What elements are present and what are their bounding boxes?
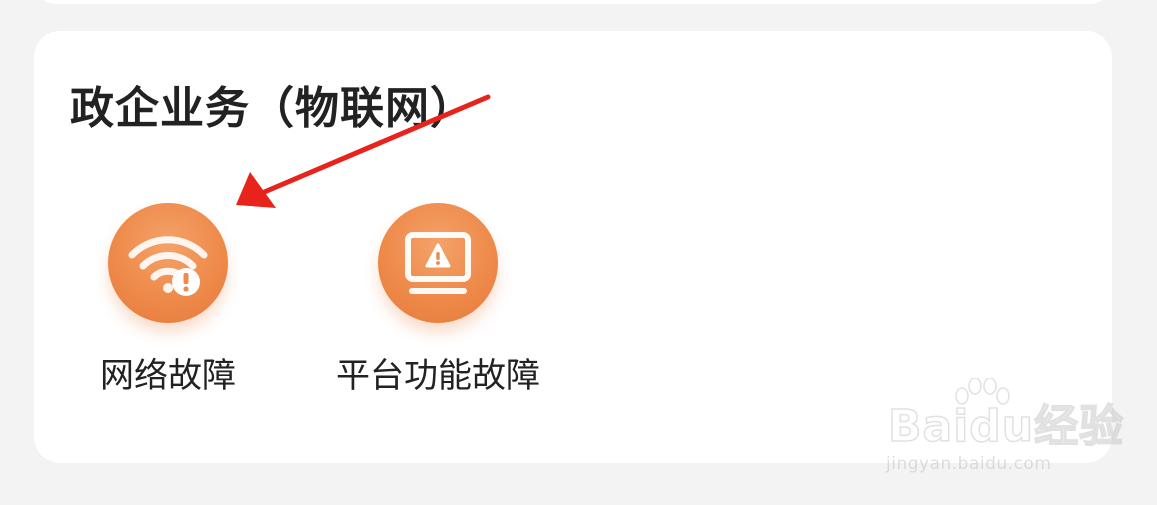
network-fault-label: 网络故障 <box>100 356 236 396</box>
network-fault-button[interactable]: 网络故障 <box>38 203 298 403</box>
watermark-url: jingyan.baidu.com <box>886 454 1052 474</box>
wifi-alert-icon <box>108 203 228 323</box>
baidu-jingyan-watermark: Baidu经验 jingyan.baidu.com <box>884 372 1124 482</box>
monitor-warning-icon <box>378 203 498 323</box>
previous-card-edge <box>34 0 1112 4</box>
platform-fault-label: 平台功能故障 <box>336 356 540 396</box>
paw-icon <box>955 378 1010 405</box>
section-title: 政企业务（物联网） <box>70 83 475 134</box>
page: 政企业务（物联网） 网络故障 平台功能故障 Baidu经验 jingyan.ba… <box>0 0 1157 505</box>
platform-fault-button[interactable]: 平台功能故障 <box>308 203 568 403</box>
